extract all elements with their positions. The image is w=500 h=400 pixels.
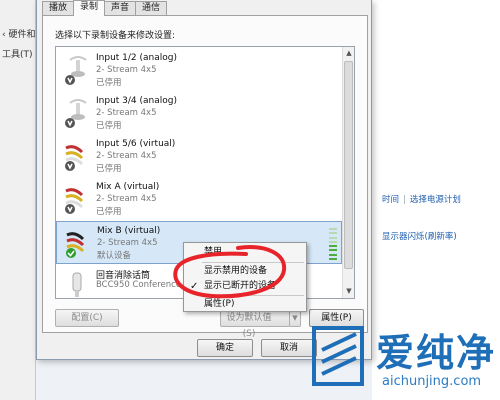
site-watermark: 爱纯净 aichunjing.com [300,318,500,400]
level-meter [329,228,337,260]
device-name: Input 1/2 (analog) [96,53,177,63]
device-status: 已停用 [96,164,122,174]
watermark-chinese-text: 爱纯净 [376,331,497,375]
rca-cable-default-icon [66,232,85,258]
tab-communications[interactable]: 通信 [135,1,168,15]
level-segment [329,232,337,235]
menu-item-properties[interactable]: 属性(P) [184,297,306,312]
rca-cable-disabled-icon [65,188,84,214]
tab-recording[interactable]: 录制 [73,0,106,16]
scroll-down-arrow-icon[interactable]: ▼ [343,285,354,297]
microphone-disabled-icon [65,56,87,85]
device-name: Mix B (virtual) [97,226,161,236]
device-status: 已停用 [96,207,122,217]
device-row[interactable]: Input 1/2 (analog) 2- Stream 4x5 已停用 [56,49,342,92]
watermark-url: aichunjing.com [382,374,482,389]
menu-item-show-disconnected[interactable]: ✓ 显示已断开的设备 [184,279,306,294]
device-driver: 2- Stream 4x5 [96,65,157,75]
microphone-disabled-icon [65,99,87,128]
ok-button[interactable]: 确定 [197,339,253,357]
scroll-thumb[interactable] [344,61,353,269]
level-segment [329,240,337,243]
link-display-refresh[interactable]: 显示器闪烁(刷新率) [382,230,457,242]
background-tools-menu[interactable]: 工具(T) [2,47,33,60]
menu-item-label: 显示已断开的设备 [204,281,277,291]
rca-cable-disabled-icon [65,145,84,171]
menu-item-label: 禁用 [204,247,223,257]
menu-item-label: 显示禁用的设备 [204,266,268,276]
menu-separator [202,262,304,263]
level-segment [329,257,337,260]
aichunjing-logo-icon [312,326,364,386]
menu-separator [202,295,304,296]
device-context-menu: 禁用 显示禁用的设备 ✓ 显示已断开的设备 属性(P) [183,242,307,312]
device-status: 默认设备 [97,251,132,261]
device-driver: 2- Stream 4x5 [96,151,157,161]
level-segment [329,228,337,230]
instruction-text: 选择以下录制设备来修改设置: [55,31,176,41]
background-link-row: 时间 | 选择电源计划 [382,193,461,205]
menu-item-show-disabled[interactable]: 显示禁用的设备 [184,264,306,279]
device-driver: 2- Stream 4x5 [97,238,158,248]
background-breadcrumb[interactable]: ‹ 硬件和 [2,27,35,40]
device-driver: 2- Stream 4x5 [96,194,157,204]
link-separator: | [403,195,406,205]
level-segment [329,245,337,248]
device-row[interactable]: Input 3/4 (analog) 2- Stream 4x5 已停用 [56,92,342,135]
level-segment [329,236,337,239]
level-segment [329,249,337,252]
microphone-icon [72,272,82,297]
device-name: Input 3/4 (analog) [96,96,177,106]
tab-strip: 播放 录制 声音 通信 [42,0,168,16]
checkmark-icon: ✓ [190,281,199,292]
device-row[interactable]: Input 5/6 (virtual) 2- Stream 4x5 已停用 [56,135,342,178]
link-time[interactable]: 时间 [382,195,399,205]
device-name: Input 5/6 (virtual) [96,139,176,149]
tab-playback[interactable]: 播放 [42,1,75,15]
device-driver: 2- Stream 4x5 [96,108,157,118]
background-explorer-pane: ‹ 硬件和 工具(T) [0,0,36,400]
link-power-plan[interactable]: 选择电源计划 [410,195,461,205]
scroll-up-arrow-icon[interactable]: ▲ [343,47,354,59]
device-driver: BCC950 Conference [96,280,182,290]
device-status: 已停用 [96,78,122,88]
device-row[interactable]: Mix A (virtual) 2- Stream 4x5 已停用 [56,178,342,221]
menu-item-disable[interactable]: 禁用 [184,245,306,260]
device-list-scrollbar[interactable]: ▲ ▼ [342,47,354,298]
device-status: 已停用 [96,121,122,131]
device-name: Mix A (virtual) [96,182,160,192]
tab-sounds[interactable]: 声音 [104,1,137,15]
menu-item-label: 属性(P) [204,299,235,309]
level-segment [329,253,337,256]
configure-button[interactable]: 配置(C) [55,309,119,327]
